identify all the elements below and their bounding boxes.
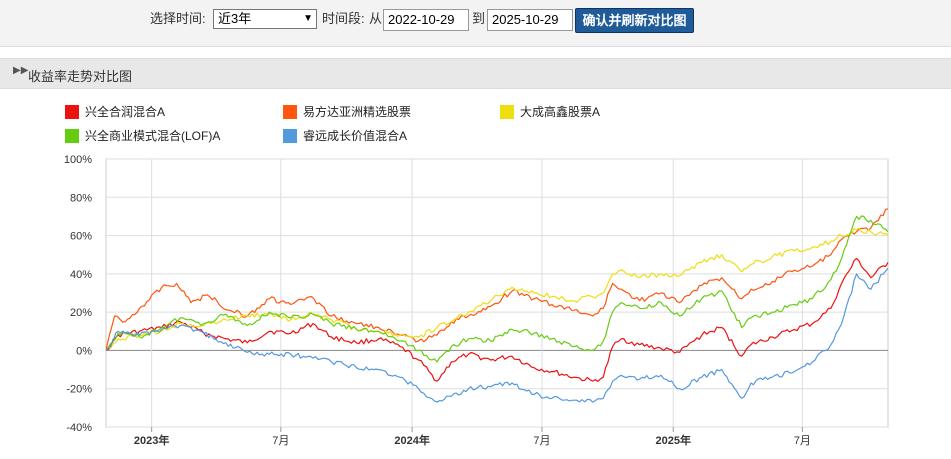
legend-item[interactable]: 睿远成长价值混合A [283, 129, 407, 143]
section-title: 收益率走势对比图 [28, 69, 133, 84]
y-tick-label: -40% [66, 422, 92, 434]
x-tick-label: 7月 [272, 435, 289, 447]
to-label: 到 [472, 11, 486, 26]
y-tick-label: -20% [66, 384, 92, 396]
x-tick-label: 2024年 [394, 433, 429, 447]
y-tick-label: 80% [70, 192, 92, 204]
double-arrow-right-icon: ▶▶ [13, 65, 29, 76]
legend-swatch [65, 105, 79, 119]
legend-item[interactable]: 兴全商业模式混合(LOF)A [65, 129, 220, 143]
x-tick-label: 2025年 [655, 433, 690, 447]
legend-swatch [65, 129, 79, 143]
y-tick-label: 20% [70, 307, 92, 319]
control-bar: 选择时间: 近3年 ▼ 时间段: 从 2022-10-29 到 2025-10-… [0, 0, 951, 47]
legend-swatch [500, 105, 514, 119]
y-tick-label: 100% [64, 154, 92, 166]
return-comparison-chart: 100% 80% 60% 40% 20% 0% -20% -40% 2023年 7月 2024年 7月… [64, 154, 889, 447]
x-tick-label: 7月 [533, 435, 550, 447]
range-label: 时间段: [322, 11, 365, 26]
series-line [105, 215, 889, 363]
x-tick-label: 7月 [794, 435, 811, 447]
from-label: 从 [369, 11, 383, 26]
legend-swatch [283, 105, 297, 119]
period-select-value: 近3年 [218, 11, 252, 26]
legend-item[interactable]: 大成高鑫股票A [500, 105, 600, 119]
legend-item[interactable]: 易方达亚洲精选股票 [283, 105, 411, 119]
y-tick-label: 40% [70, 269, 92, 281]
y-tick-label: 0% [76, 345, 92, 357]
y-tick-label: 60% [70, 231, 92, 243]
period-label: 选择时间: [150, 11, 206, 26]
start-date-input[interactable]: 2022-10-29 [383, 9, 469, 31]
legend-label: 兴全商业模式混合(LOF)A [85, 129, 221, 143]
legend-label: 睿远成长价值混合A [303, 129, 408, 143]
x-tick-label: 2023年 [134, 433, 169, 447]
section-header: ▶▶ 收益率走势对比图 [0, 58, 951, 89]
series-line [105, 227, 889, 351]
series-line [105, 267, 889, 403]
series-line [105, 257, 889, 382]
plot-area [105, 158, 889, 428]
legend-label: 大成高鑫股票A [520, 105, 601, 119]
period-select[interactable]: 近3年 ▼ [213, 9, 317, 29]
legend-item[interactable]: 兴全合润混合A [65, 105, 165, 119]
confirm-refresh-button[interactable]: 确认并刷新对比图 [575, 8, 694, 33]
legend-swatch [283, 129, 297, 143]
chevron-down-icon: ▼ [303, 13, 313, 24]
end-date-input[interactable]: 2025-10-29 [487, 9, 573, 31]
series-line [105, 208, 889, 351]
legend-label: 兴全合润混合A [85, 105, 166, 119]
legend-label: 易方达亚洲精选股票 [303, 105, 412, 119]
